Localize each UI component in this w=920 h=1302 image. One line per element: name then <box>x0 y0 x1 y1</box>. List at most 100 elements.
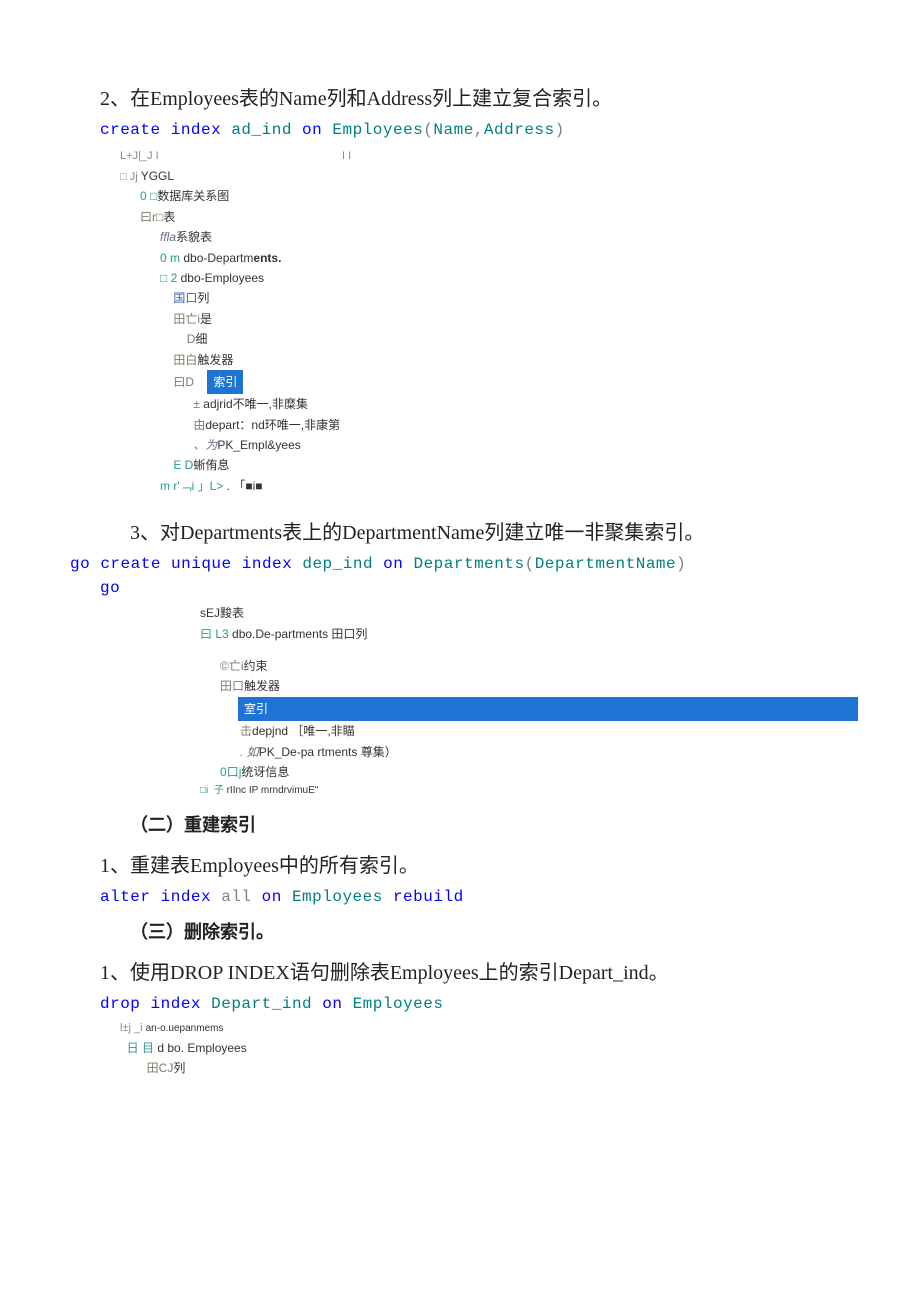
tree-label: 是 <box>200 312 212 326</box>
tree-row: 曰 L3 dbo.De-partments 田口列 <box>200 624 870 644</box>
tree-label: 细 <box>195 332 207 346</box>
tree-glyph: 由 <box>193 418 205 432</box>
kw-create: create unique index <box>100 555 302 573</box>
drop-title: 1、使用DROP INDEX语句删除表Employees上的索引Depart_i… <box>100 956 870 985</box>
tree-row: m r'﹁і 」L> . 「■і■ <box>120 476 870 496</box>
tree-label: d bo. Employees <box>157 1041 246 1055</box>
tree-glyph: 田白 <box>173 353 197 367</box>
tree-row: 、为PK_Empl&yees <box>120 435 870 455</box>
tree-row: 曰r□表 <box>120 207 870 227</box>
tree-row: □ Jj YGGL <box>120 166 870 187</box>
close-paren: ) <box>555 121 565 139</box>
tree-glyph: 田亡і <box>173 312 200 326</box>
tree-label: dbo.De-partments 田口列 <box>232 627 367 641</box>
kw-go: go <box>100 579 120 597</box>
tree-glyph: 0 □ <box>140 189 157 203</box>
code-line-s3: go create unique index dep_ind on Depart… <box>70 555 870 573</box>
tree-glyph: l±j _i <box>120 1022 146 1034</box>
tree-glyph: m r'﹁і 」L> <box>160 479 223 493</box>
kw-on: on <box>322 995 352 1013</box>
code-line-s3-go: go <box>100 579 870 597</box>
tree-row: 由depart：nd环唯一,非康第 <box>120 415 870 435</box>
tree-label: an-o.uepanmems <box>146 1023 224 1034</box>
tree-glyph: 国口 <box>173 291 197 305</box>
tree-glyph: 曰D <box>173 375 194 389</box>
tree-row: . 如PK_De-pa rtments 尊集） <box>200 742 870 762</box>
tree-row: sEJ黢表 <box>200 603 870 623</box>
tree-glyph: 0口j <box>220 765 241 779</box>
tree-row: □i 子 rIInc IP mrndrvimuE" <box>200 782 870 799</box>
tree-glyph: □ Jj <box>120 171 141 183</box>
code-line-rebuild: alter index all on Employees rebuild <box>100 888 870 906</box>
tree-row: 田亡і是 <box>120 309 870 329</box>
comma: , <box>474 121 484 139</box>
col1: Name <box>433 121 473 139</box>
tree-row: 0口j统讶信息 <box>200 762 870 782</box>
tree-label: 蜥侑息 <box>193 458 229 472</box>
tree-label: sEJ黢表 <box>200 606 244 620</box>
tree-glyph: . 如 <box>240 745 259 759</box>
tbl-name: Employees <box>292 888 393 906</box>
tree-label: 数据库关系图 <box>157 189 229 203</box>
subsection-rebuild-heading: （二）重建索引 <box>130 811 870 837</box>
tree-glyph: L+J|_J I <box>120 150 159 162</box>
open-paren: ( <box>525 555 535 573</box>
tree-label: YGGL <box>141 169 174 183</box>
idx-name: dep_ind <box>302 555 383 573</box>
subsection-drop-heading: （三）删除索引。 <box>130 918 870 944</box>
tree-glyph: 日 目 <box>127 1041 158 1055</box>
tree-row: □ 2 dbo-Employees <box>120 268 870 288</box>
tree-row: 田白触发器 <box>120 350 870 370</box>
idx-name: ad_ind <box>231 121 302 139</box>
tree-glyph: □ 2 <box>160 271 181 285</box>
tree-label: 触发器 <box>197 353 233 367</box>
section-2-title: 2、在Employees表的Name列和Address列上建立复合索引。 <box>100 82 870 111</box>
tree-label-selected: 索引 <box>207 370 243 394</box>
tree-drop: l±j _i an-o.uepanmems 日 目 d bo. Employee… <box>120 1019 870 1078</box>
tbl-name: Employees <box>332 121 423 139</box>
tree-label: 列 <box>197 291 209 305</box>
tree-label-selected: 室引 <box>238 697 858 721</box>
tree-row: ± adjrid不唯一,非糜集 <box>120 394 870 414</box>
kw-create: create index <box>100 121 231 139</box>
kw-alter: alter index <box>100 888 221 906</box>
kw-all: all <box>221 888 261 906</box>
tree-row: 曰D 索引 <box>120 370 870 394</box>
tree-label: depart：nd环唯一,非康第 <box>205 418 340 432</box>
tree-glyph: □i 子 <box>200 785 224 796</box>
tree-row: fflа系貌表 <box>120 227 870 247</box>
tree-row: D细 <box>120 329 870 349</box>
tree-label: adjrid不唯一,非糜集 <box>203 397 308 411</box>
tree-row: l±j _i an-o.uepanmems <box>120 1019 870 1038</box>
tree-label: PK_De-pa rtments 尊集） <box>259 745 397 759</box>
kw-on: on <box>262 888 292 906</box>
tree-label: rIInc IP mrndrvimuE" <box>224 785 319 796</box>
tree-label: PK_Empl&yees <box>217 438 300 452</box>
tree-glyph: ©亡i <box>220 659 244 673</box>
tree-glyph: 0 m <box>160 251 183 265</box>
tree-row: 日 目 d bo. Employees <box>120 1038 870 1058</box>
tree-glyph: 曰r□ <box>140 210 163 224</box>
tree-row: L+J|_J I I I <box>120 145 870 166</box>
code-line-drop: drop index Depart_ind on Employees <box>100 995 870 1013</box>
tree-glyph: 田口 <box>220 679 244 693</box>
tree-s3: sEJ黢表 曰 L3 dbo.De-partments 田口列 ©亡i约束 田口… <box>200 603 870 799</box>
tbl-name: Employees <box>353 995 444 1013</box>
col2: Address <box>484 121 555 139</box>
code-line-s2: create index ad_ind on Employees(Name,Ad… <box>100 121 870 139</box>
tree-row <box>200 644 870 656</box>
tbl-name: Departments <box>413 555 524 573</box>
tree-s2: L+J|_J I I I □ Jj YGGL 0 □数据库关系图 曰r□表 ff… <box>120 145 870 496</box>
tree-glyph: 击 <box>240 724 252 738</box>
idx-name: Depart_ind <box>211 995 322 1013</box>
tree-label: ents. <box>253 251 281 265</box>
tree-row: 0 □数据库关系图 <box>120 186 870 206</box>
kw-rebuild: rebuild <box>393 888 464 906</box>
rebuild-title: 1、重建表Employees中的所有索引。 <box>100 849 870 878</box>
tree-row: E D蜥侑息 <box>120 455 870 475</box>
tree-label: 列 <box>173 1061 185 1075</box>
kw-on: on <box>383 555 413 573</box>
tree-label: dbo-Departm <box>183 251 253 265</box>
tree-label: 表 <box>163 210 175 224</box>
col-name: DepartmentName <box>535 555 676 573</box>
